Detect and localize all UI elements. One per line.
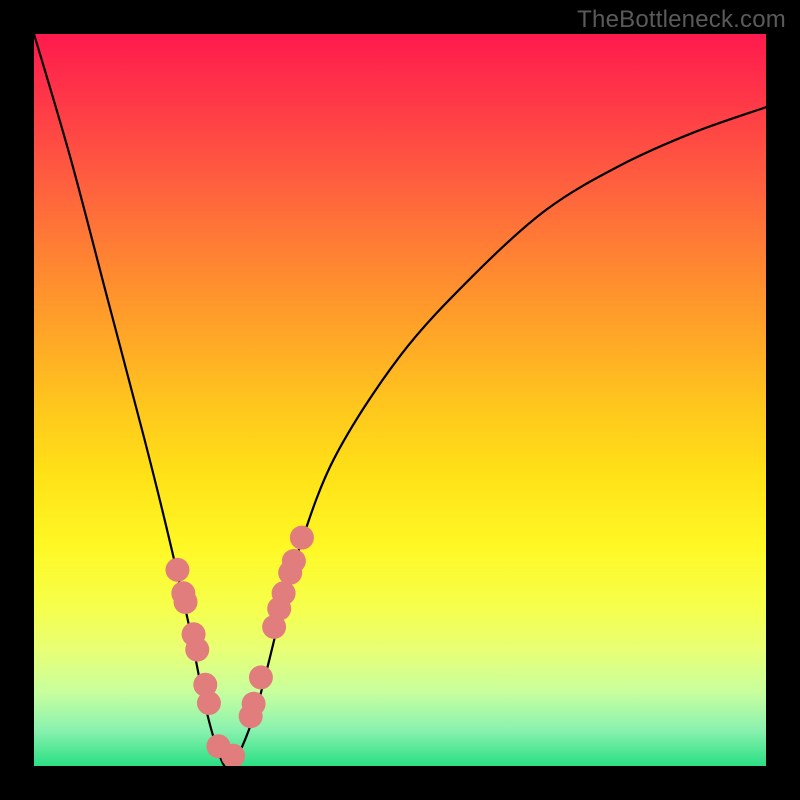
marker-dot: [272, 581, 296, 605]
marker-dot: [282, 549, 306, 573]
marker-dot: [249, 665, 273, 689]
marker-dot: [174, 590, 198, 614]
curve-svg: [34, 34, 766, 766]
plot-area: [34, 34, 766, 766]
marker-dot: [197, 691, 221, 715]
marker-dot: [242, 692, 266, 716]
watermark-text: TheBottleneck.com: [577, 6, 786, 34]
marker-dot: [185, 638, 209, 662]
marker-dot: [290, 526, 314, 550]
curve-line: [34, 34, 766, 766]
marker-dot: [165, 558, 189, 582]
chart-container: TheBottleneck.com: [0, 0, 800, 800]
marker-group: [165, 526, 313, 766]
